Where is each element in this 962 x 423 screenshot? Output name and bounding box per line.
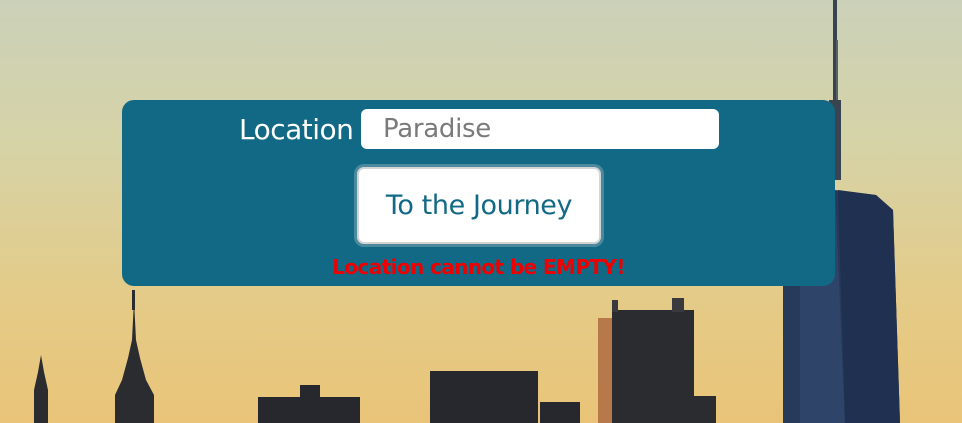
location-input[interactable]	[361, 109, 719, 149]
error-message: Location cannot be EMPTY!	[332, 255, 625, 279]
search-panel: Location To the Journey Location cannot …	[122, 100, 835, 286]
journey-button[interactable]: To the Journey	[357, 167, 601, 244]
location-label: Location	[239, 113, 354, 146]
